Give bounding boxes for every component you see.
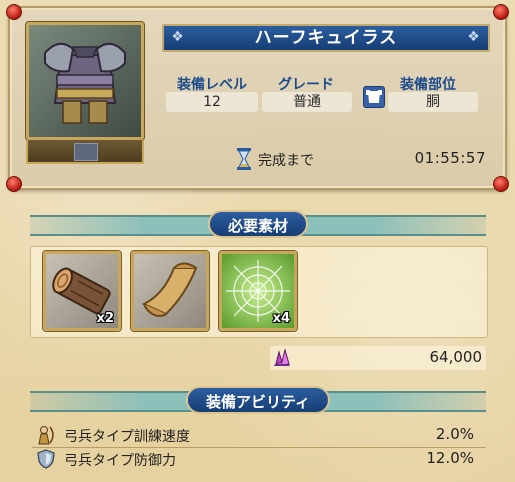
slot-indicator-bar xyxy=(26,140,144,164)
level-label: 装備レベル xyxy=(177,77,247,93)
hourglass-icon xyxy=(237,148,251,170)
materials-panel: x2 x4 xyxy=(30,246,488,338)
ability-value: 2.0% xyxy=(435,425,474,443)
shield-icon xyxy=(37,449,55,469)
crystal-icon xyxy=(274,348,290,366)
slot-label: 装備部位 xyxy=(400,77,456,93)
materials-header: 必要素材 xyxy=(30,210,486,238)
material-slot-log[interactable]: x2 xyxy=(43,251,121,331)
grade-label: グレード xyxy=(278,77,334,93)
ability-row: 弓兵タイプ訓練速度 2.0% xyxy=(32,424,486,448)
timer-label: 完成まで xyxy=(258,153,314,169)
corner-rivet xyxy=(6,4,22,20)
ability-name: 弓兵タイプ防御力 xyxy=(64,453,176,469)
timer-value: 01:55:57 xyxy=(414,149,486,167)
archer-icon xyxy=(38,426,54,445)
scroll-icon xyxy=(141,262,198,318)
corner-rivet xyxy=(493,176,509,192)
material-slot-web[interactable]: x4 xyxy=(219,251,297,331)
slot-gem xyxy=(74,143,98,161)
corner-rivet xyxy=(6,176,22,192)
ornament-icon: ❖ xyxy=(467,29,481,45)
grade-value: 普通 xyxy=(262,92,352,112)
crystal-cost: 64,000 xyxy=(270,346,486,370)
ability-row: 弓兵タイプ防御力 12.0% xyxy=(32,448,486,470)
material-count: x2 xyxy=(96,311,114,326)
abilities-header: 装備アビリティ xyxy=(30,386,486,414)
material-count: x4 xyxy=(272,311,290,326)
slot-value: 胴 xyxy=(388,92,478,112)
abilities-title: 装備アビリティ xyxy=(185,386,331,414)
material-slot-scroll[interactable] xyxy=(131,251,209,331)
craft-timer: 完成まで 01:55:57 xyxy=(236,148,486,170)
item-title-bar: ❖ ハーフキュイラス ❖ xyxy=(162,24,490,52)
body-slot-icon xyxy=(363,86,385,108)
level-value: 12 xyxy=(166,92,258,112)
ornament-icon: ❖ xyxy=(171,29,185,45)
materials-title: 必要素材 xyxy=(207,210,309,238)
crystal-cost-value: 64,000 xyxy=(429,348,483,366)
armor-icon xyxy=(44,42,126,124)
ability-name: 弓兵タイプ訓練速度 xyxy=(64,429,190,445)
item-name: ハーフキュイラス xyxy=(254,28,398,48)
ability-value: 12.0% xyxy=(426,449,474,467)
corner-rivet xyxy=(493,4,509,20)
item-portrait[interactable] xyxy=(26,22,144,140)
